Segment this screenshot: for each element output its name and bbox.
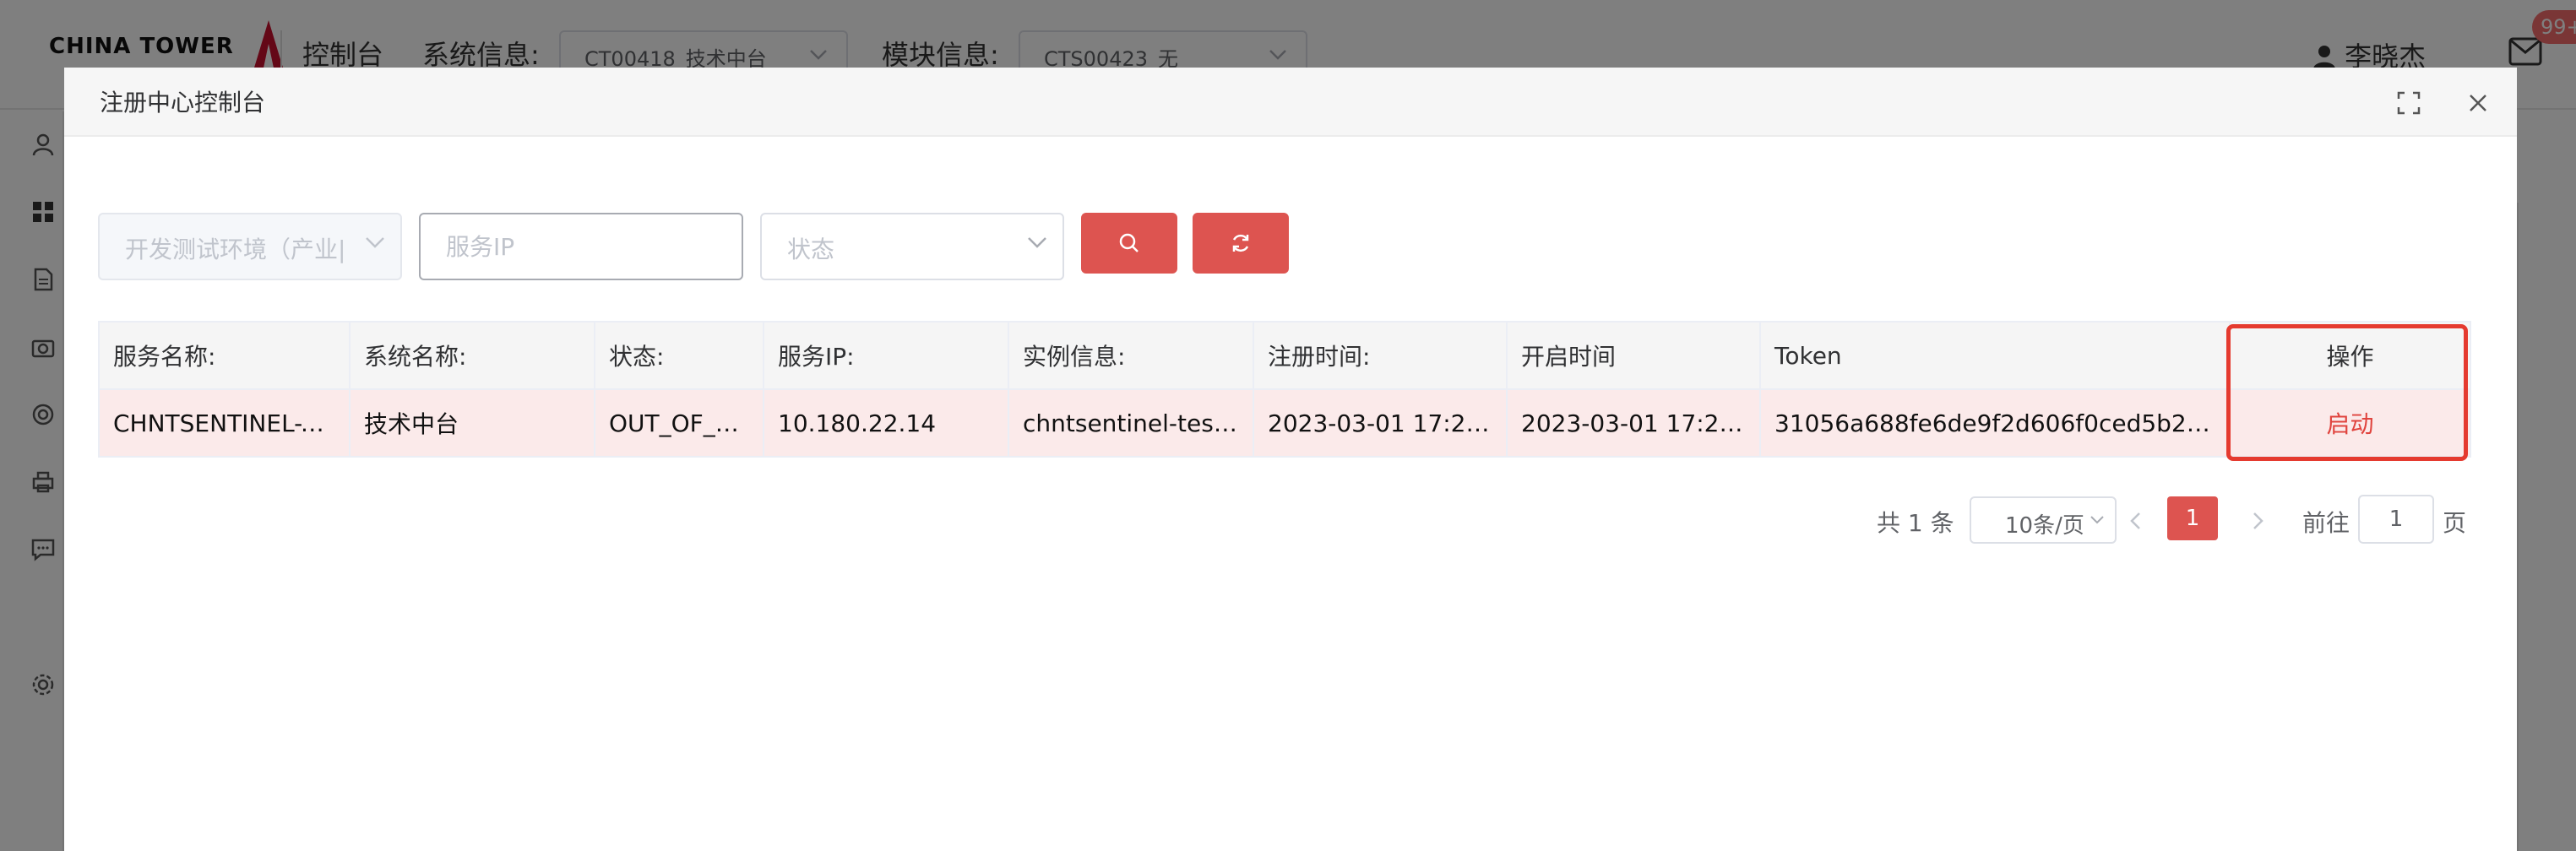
- status-select[interactable]: 状态: [760, 213, 1064, 280]
- column-header-operation: 操作: [2229, 321, 2471, 390]
- reset-button[interactable]: [1193, 213, 1289, 274]
- chevron-down-icon: [365, 236, 385, 250]
- table-row[interactable]: CHNTSENTINEL-TEST 技术中台 OUT_OF_SERVICE 10…: [98, 388, 2471, 458]
- column-header-service-ip: 服务IP:: [763, 321, 1009, 390]
- search-button[interactable]: [1081, 213, 1177, 274]
- goto-page-input[interactable]: [2358, 495, 2434, 544]
- pagination-total: 共 1 条: [1877, 509, 1954, 537]
- search-icon: [1119, 233, 1139, 252]
- cell-service-ip: 10.180.22.14: [763, 388, 1009, 458]
- goto-label: 前往: [2302, 509, 2350, 537]
- start-action-link[interactable]: 启动: [2229, 388, 2471, 458]
- cell-system-name: 技术中台: [349, 388, 595, 458]
- cell-instance-info: chntsentinel-test-10.180.22.14: [1008, 388, 1254, 458]
- fullscreen-icon[interactable]: [2394, 88, 2424, 118]
- cell-status: OUT_OF_SERVICE: [594, 388, 764, 458]
- page-size-value: 10条/页: [2005, 513, 2084, 539]
- chevron-down-icon: [2090, 516, 2104, 524]
- cell-start-time: 2023-03-01 17:24:34: [1506, 388, 1761, 458]
- dialog-title: 注册中心控制台: [100, 89, 266, 117]
- refresh-icon: [1232, 234, 1249, 252]
- service-table: 服务名称: 系统名称: 状态: 服务IP: 实例信息: 注册时间: 开启时间 T…: [98, 321, 2471, 458]
- column-header-instance-info: 实例信息:: [1008, 321, 1254, 390]
- status-select-placeholder: 状态: [787, 236, 835, 263]
- next-page-icon[interactable]: [2245, 508, 2270, 534]
- cell-register-time: 2023-03-01 17:24:34: [1253, 388, 1508, 458]
- environment-select-value: 开发测试环境（产业|: [125, 236, 346, 263]
- environment-select: 开发测试环境（产业|: [98, 213, 402, 280]
- close-icon[interactable]: [2463, 88, 2493, 118]
- cell-service-name: CHNTSENTINEL-TEST: [98, 388, 351, 458]
- dialog-header: 注册中心控制台: [64, 68, 2517, 137]
- page-suffix-label: 页: [2443, 509, 2467, 537]
- page-number-current[interactable]: 1: [2167, 496, 2218, 540]
- page-size-select[interactable]: 10条/页: [1970, 496, 2117, 544]
- column-header-start-time: 开启时间: [1506, 321, 1761, 390]
- service-ip-input[interactable]: [419, 213, 743, 280]
- cell-token: 31056a688fe6de9f2d606f0ced5b26c8: [1759, 388, 2231, 458]
- column-header-register-time: 注册时间:: [1253, 321, 1508, 390]
- registry-console-dialog: 注册中心控制台 开发测试环境（产业| 状态 服务名称: 系统名称: 状态:: [64, 68, 2517, 851]
- prev-page-icon[interactable]: [2123, 508, 2149, 534]
- table-header-row: 服务名称: 系统名称: 状态: 服务IP: 实例信息: 注册时间: 开启时间 T…: [98, 321, 2471, 390]
- chevron-down-icon: [1028, 237, 1046, 248]
- column-header-status: 状态:: [594, 321, 764, 390]
- column-header-system-name: 系统名称:: [349, 321, 595, 390]
- column-header-token: Token: [1759, 321, 2231, 390]
- column-header-service-name: 服务名称:: [98, 321, 351, 390]
